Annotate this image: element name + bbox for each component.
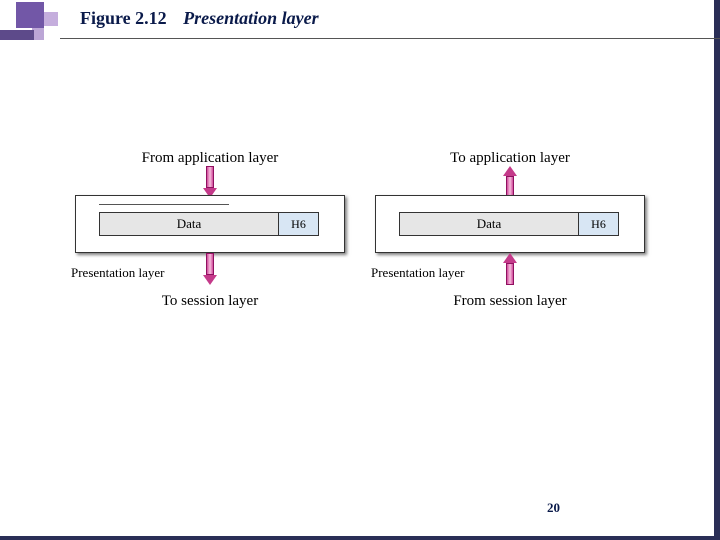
left-top-label: From application layer bbox=[75, 150, 345, 167]
right-stripe bbox=[714, 0, 720, 540]
arrow-down-icon bbox=[203, 166, 217, 198]
right-header-cell: H6 bbox=[579, 212, 619, 236]
title-bar: Figure 2.12 Presentation layer bbox=[0, 0, 720, 60]
figure-subject: Presentation layer bbox=[183, 8, 319, 28]
arrow-up-icon bbox=[503, 253, 517, 285]
right-data-cell: Data bbox=[399, 212, 579, 236]
left-bottom-label: To session layer bbox=[75, 293, 345, 310]
bottom-stripe bbox=[0, 536, 720, 540]
right-pdu: Data H6 bbox=[399, 212, 619, 236]
left-pdu: Data H6 bbox=[99, 212, 319, 236]
right-caption: Presentation layer bbox=[371, 265, 465, 281]
arrow-up-icon bbox=[503, 166, 517, 198]
slide-motif-icon bbox=[0, 0, 60, 60]
right-bottom-label: From session layer bbox=[375, 293, 645, 310]
right-top-label: To application layer bbox=[375, 150, 645, 167]
page-number: 20 bbox=[547, 500, 560, 516]
left-header-cell: H6 bbox=[279, 212, 319, 236]
left-panel: From application layer Data H6 Presentat… bbox=[75, 150, 345, 350]
slide: Figure 2.12 Presentation layer From appl… bbox=[0, 0, 720, 540]
left-box-topline bbox=[99, 204, 229, 205]
diagram: From application layer Data H6 Presentat… bbox=[75, 150, 645, 350]
left-caption: Presentation layer bbox=[71, 265, 165, 281]
title-underline bbox=[60, 38, 720, 39]
left-data-cell: Data bbox=[99, 212, 279, 236]
right-panel: To application layer Data H6 Presentatio… bbox=[375, 150, 645, 350]
figure-number: Figure 2.12 bbox=[80, 8, 167, 28]
title: Figure 2.12 Presentation layer bbox=[80, 8, 319, 29]
arrow-down-icon bbox=[203, 253, 217, 285]
